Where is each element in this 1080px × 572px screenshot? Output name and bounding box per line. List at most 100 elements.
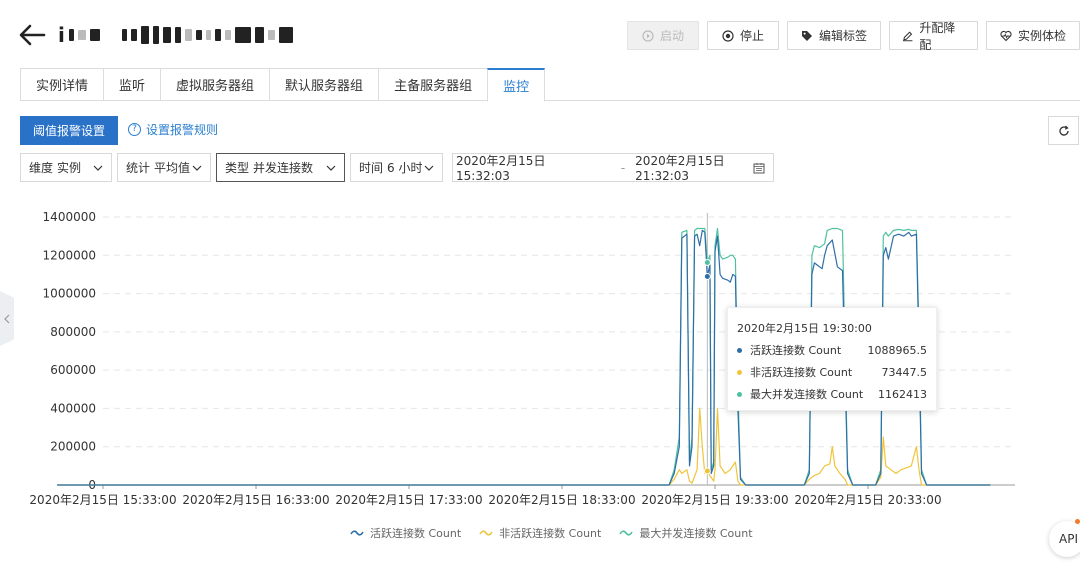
tab-master-slave-group[interactable]: 主备服务器组 [378, 68, 488, 101]
y-tick-label: 1000000 [43, 287, 96, 301]
chevron-left-icon [4, 314, 10, 323]
tooltip-series-value: 1162413 [878, 387, 927, 401]
statistic-select-value: 平均值 [154, 161, 191, 175]
date-range-picker[interactable]: 2020年2月15日 15:32:03 - 2020年2月15日 21:32:0… [452, 153, 774, 183]
chevron-down-icon [93, 165, 103, 171]
edit-tags-button-label: 编辑标签 [818, 29, 867, 43]
title-redacted [234, 27, 251, 43]
legend-item-inactive[interactable]: 非活跃连接数 Count [479, 525, 601, 541]
tab-listeners[interactable]: 监听 [103, 68, 161, 101]
start-button[interactable]: 启动 [627, 21, 699, 50]
instance-check-button[interactable]: 实例体检 [986, 21, 1080, 50]
chevron-down-icon [424, 165, 434, 171]
title-redacted [89, 29, 100, 41]
title-visible-char: i [58, 23, 65, 47]
tab-vserver-groups[interactable]: 虚拟服务器组 [160, 68, 270, 101]
tooltip-row: 非活跃连接数 Count 73447.5 [737, 365, 927, 379]
y-tick-label: 1400000 [43, 210, 96, 224]
back-arrow-icon[interactable] [18, 22, 46, 48]
metric-type-select[interactable]: 类型 并发连接数 [216, 153, 345, 182]
x-tick-label: 2020年2月15日 18:33:00 [488, 493, 635, 507]
wave-icon [619, 530, 634, 536]
tab-label: 监控 [503, 80, 530, 95]
refresh-button[interactable] [1048, 116, 1079, 145]
side-panel-handle[interactable] [0, 291, 14, 346]
chevron-down-icon [326, 165, 336, 171]
title-redacted [68, 29, 74, 41]
stop-button[interactable]: 停止 [707, 21, 779, 50]
legend-item-active[interactable]: 活跃连接数 Count [350, 525, 461, 541]
hover-point [703, 273, 711, 281]
date-start: 2020年2月15日 15:32:03 [456, 154, 546, 183]
tooltip-series-name: 非活跃连接数 Count [750, 366, 853, 379]
tooltip-dot-active [737, 347, 742, 353]
tab-monitoring[interactable]: 监控 [487, 68, 546, 102]
tooltip-row: 最大并发连接数 Count 1162413 [737, 387, 927, 401]
edit-tags-button[interactable]: 编辑标签 [787, 21, 881, 50]
upgrade-downgrade-button[interactable]: 升配降配 [889, 20, 978, 52]
monitor-page: i 启动 停止 编辑标签 升配降配 实例体检 实例详情 监听 虚拟服务器组 默认… [0, 0, 1080, 572]
tab-label: 默认服务器组 [285, 79, 364, 94]
threshold-alarm-button[interactable]: 阈值报警设置 [20, 116, 118, 145]
stop-button-label: 停止 [739, 29, 764, 43]
heart-pulse-icon [1000, 30, 1012, 41]
tab-default-server-group[interactable]: 默认服务器组 [269, 68, 379, 101]
title-redacted [267, 30, 275, 40]
x-tick-label: 2020年2月15日 19:33:00 [641, 493, 788, 507]
metric-type-select-value: 并发连接数 [253, 161, 314, 175]
date-separator: - [620, 160, 626, 175]
instance-check-button-label: 实例体检 [1017, 29, 1066, 43]
x-tick-label: 2020年2月15日 20:33:00 [794, 493, 941, 507]
x-tick-label: 2020年2月15日 17:33:00 [335, 493, 482, 507]
time-range-select[interactable]: 时间 6 小时 [350, 153, 443, 182]
notification-dot [1075, 519, 1080, 524]
legend-item-max[interactable]: 最大并发连接数 Count [619, 525, 753, 541]
title-redacted [214, 29, 221, 41]
statistic-select[interactable]: 统计 平均值 [117, 153, 211, 182]
calendar-icon [753, 163, 765, 174]
y-tick-label: 400000 [50, 401, 96, 415]
tooltip-series-name: 最大并发连接数 Count [750, 388, 864, 401]
edit-icon [902, 30, 913, 41]
title-redacted [224, 30, 231, 40]
title-redacted [77, 30, 86, 40]
tag-icon [801, 30, 812, 41]
dimension-select-value: 实例 [57, 161, 82, 175]
y-tick-label: 600000 [50, 363, 96, 377]
date-end: 2020年2月15日 21:32:03 [635, 154, 725, 183]
x-tick-label: 2020年2月15日 16:33:00 [182, 493, 329, 507]
legend-label: 非活跃连接数 Count [499, 527, 602, 540]
statistic-select-label: 统计 [126, 161, 151, 175]
tooltip-row: 活跃连接数 Count 1088965.5 [737, 343, 927, 357]
tab-label: 监听 [119, 79, 146, 94]
tooltip-dot-max [737, 391, 742, 397]
action-toolbar: 启动 停止 编辑标签 升配降配 实例体检 [627, 20, 1080, 52]
metric-type-select-label: 类型 [225, 161, 250, 175]
upgrade-downgrade-button-label: 升配降配 [919, 20, 956, 52]
dimension-select[interactable]: 维度 实例 [20, 153, 112, 182]
alarm-rule-link-label: 设置报警规则 [146, 122, 219, 137]
legend-label: 活跃连接数 Count [370, 527, 462, 540]
stop-circle-icon [722, 29, 734, 42]
tooltip-dot-inactive [737, 369, 742, 375]
api-button[interactable]: API [1049, 521, 1080, 557]
title-redacted [174, 27, 181, 43]
title-redacted [205, 30, 211, 40]
refresh-icon [1058, 125, 1069, 136]
x-tick-label: 2020年2月15日 15:33:00 [29, 493, 176, 507]
power-icon [642, 29, 654, 42]
tooltip-time: 2020年2月15日 19:30:00 [737, 322, 872, 335]
wave-icon [350, 530, 364, 536]
title-redacted [130, 29, 137, 41]
chart-legend: 活跃连接数 Count 非活跃连接数 Count 最大并发连接数 Count [350, 525, 753, 541]
tab-instance-details[interactable]: 实例详情 [20, 68, 104, 101]
hover-point [703, 258, 711, 266]
time-range-select-value: 6 小时 [387, 161, 423, 175]
page-title: i [58, 22, 293, 48]
tooltip-series-value: 73447.5 [881, 365, 928, 379]
y-tick-label: 200000 [50, 440, 96, 454]
title-redacted [162, 27, 171, 43]
alarm-rule-link[interactable]: ? 设置报警规则 [128, 120, 218, 138]
wave-icon [479, 530, 493, 536]
tab-label: 实例详情 [36, 79, 89, 94]
